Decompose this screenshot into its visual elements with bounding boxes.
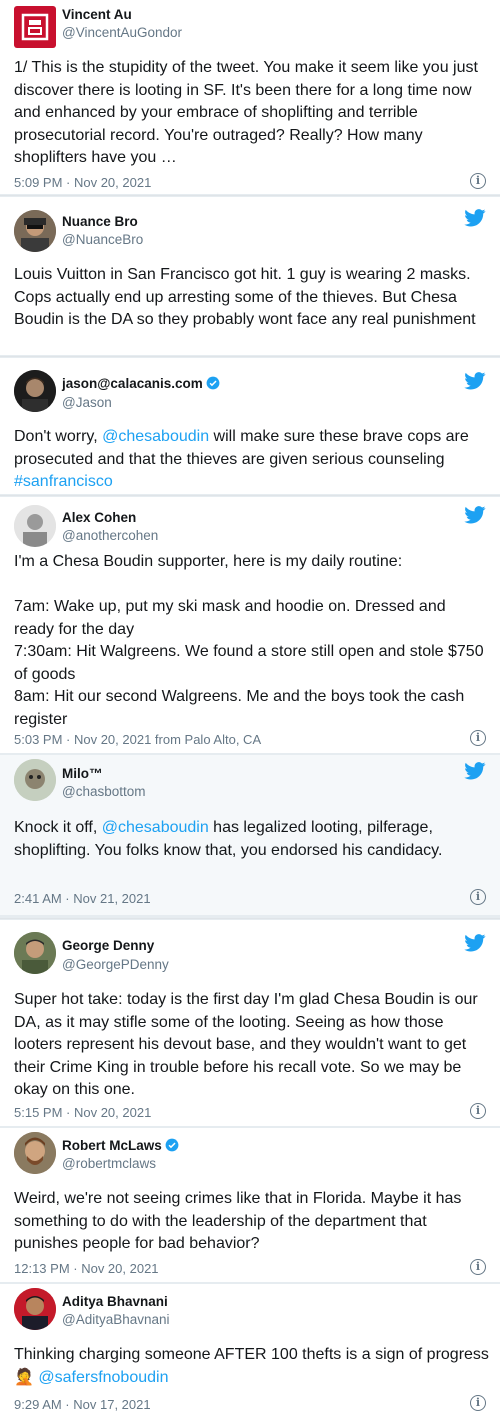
user-handle[interactable]: @anothercohen (62, 528, 158, 543)
user-handle[interactable]: @AdityaBhavnani (62, 1312, 170, 1327)
facepalm-emoji-icon: 🤦 (14, 1368, 34, 1386)
avatar[interactable] (14, 932, 56, 974)
avatar[interactable] (14, 505, 56, 547)
mention-link[interactable]: @chesaboudin (102, 819, 209, 836)
verified-badge-icon (206, 376, 220, 390)
tweet-card[interactable]: jason@calacanis.com @Jason Don't worry, … (0, 358, 500, 494)
user-handle[interactable]: @NuanceBro (62, 232, 143, 247)
tweet-card[interactable]: Robert McLaws @robertmclaws Weird, we're… (0, 1128, 500, 1282)
twitter-bird-icon[interactable] (464, 209, 486, 227)
display-name[interactable]: Robert McLaws (62, 1138, 179, 1153)
user-handle[interactable]: @robertmclaws (62, 1156, 156, 1171)
twitter-bird-icon[interactable] (464, 934, 486, 952)
divider (0, 495, 500, 496)
tweet-card[interactable]: George Denny @GeorgePDenny Super hot tak… (0, 920, 500, 1126)
tweet-text: Thinking charging someone AFTER 100 thef… (14, 1344, 490, 1389)
tweet-feed: Vincent Au @VincentAuGondor 1/ This is t… (0, 0, 500, 1420)
avatar-image (14, 759, 56, 801)
tweet-text: Louis Vuitton in San Francisco got hit. … (14, 266, 476, 328)
avatar-image (14, 370, 56, 412)
tweet-timestamp[interactable]: 5:03 PM · Nov 20, 2021 from Palo Alto, C… (14, 732, 261, 747)
user-handle[interactable]: @GeorgePDenny (62, 957, 169, 972)
logo-icon (21, 13, 49, 41)
avatar-image (14, 505, 56, 547)
verified-badge-icon (165, 1138, 179, 1152)
text-segment: Don't worry, (14, 428, 103, 445)
display-name[interactable]: George Denny (62, 938, 154, 953)
avatar-image (14, 1132, 56, 1174)
tweet-card[interactable]: Alex Cohen @anothercohen I'm a Chesa Bou… (0, 497, 500, 753)
tweet-text: Don't worry, @chesaboudin will make sure… (14, 426, 490, 494)
info-icon[interactable]: i (470, 730, 486, 746)
tweet-timestamp[interactable]: 12:13 PM · Nov 20, 2021 (14, 1261, 159, 1276)
tweet-card[interactable]: Nuance Bro @NuanceBro Louis Vuitton in S… (0, 197, 500, 355)
tweet-card[interactable]: Vincent Au @VincentAuGondor 1/ This is t… (0, 0, 500, 194)
avatar[interactable] (14, 1132, 56, 1174)
display-name[interactable]: Vincent Au (62, 7, 132, 22)
user-handle[interactable]: @VincentAuGondor (62, 25, 182, 40)
avatar[interactable] (14, 370, 56, 412)
avatar[interactable] (14, 210, 56, 252)
tweet-text: 1/ This is the stupidity of the tweet. Y… (14, 59, 478, 166)
tweet-text: Super hot take: today is the first day I… (14, 991, 478, 1098)
tweet-card[interactable]: Milo™ @chasbottom Knock it off, @chesabo… (0, 755, 500, 915)
mention-link[interactable]: @chesaboudin (102, 428, 209, 445)
info-icon[interactable]: i (470, 173, 486, 189)
display-name[interactable]: Aditya Bhavnani (62, 1294, 168, 1309)
tweet-timestamp[interactable]: 5:15 PM · Nov 20, 2021 (14, 1105, 151, 1120)
twitter-bird-icon[interactable] (464, 506, 486, 524)
avatar-image (14, 932, 56, 974)
tweet-text: Knock it off, @chesaboudin has legalized… (14, 817, 490, 862)
display-name[interactable]: Milo™ (62, 766, 103, 781)
tweet-timestamp[interactable]: 9:29 AM · Nov 17, 2021 (14, 1397, 151, 1412)
tweet-timestamp[interactable]: 2:41 AM · Nov 21, 2021 (14, 891, 151, 906)
hashtag-link[interactable]: #sanfrancisco (14, 473, 113, 490)
avatar-image (14, 210, 56, 252)
info-icon[interactable]: i (470, 1259, 486, 1275)
info-icon[interactable]: i (470, 1395, 486, 1411)
info-icon[interactable]: i (470, 889, 486, 905)
tweet-timestamp[interactable]: 5:09 PM · Nov 20, 2021 (14, 175, 151, 190)
tweet-card[interactable]: Aditya Bhavnani @AdityaBhavnani Thinking… (0, 1284, 500, 1420)
twitter-bird-icon[interactable] (464, 372, 486, 390)
tweet-text: I'm a Chesa Boudin supporter, here is my… (14, 553, 484, 728)
divider (0, 356, 500, 357)
tweet-text: Weird, we're not seeing crimes like that… (14, 1190, 462, 1252)
display-name-text: jason@calacanis.com (62, 376, 203, 391)
twitter-bird-icon[interactable] (464, 762, 486, 780)
divider (0, 195, 500, 196)
text-segment: Thinking charging someone AFTER 100 thef… (14, 1346, 489, 1363)
avatar-image (14, 1288, 56, 1330)
info-icon[interactable]: i (470, 1103, 486, 1119)
user-handle[interactable]: @Jason (62, 395, 112, 410)
text-segment: Knock it off, (14, 819, 102, 836)
display-name[interactable]: Nuance Bro (62, 214, 138, 229)
divider (0, 918, 500, 919)
display-name[interactable]: Alex Cohen (62, 510, 136, 525)
avatar[interactable] (14, 6, 56, 48)
display-name-text: Robert McLaws (62, 1138, 162, 1153)
mention-link[interactable]: @safersfnoboudin (38, 1369, 168, 1386)
avatar[interactable] (14, 1288, 56, 1330)
avatar[interactable] (14, 759, 56, 801)
display-name[interactable]: jason@calacanis.com (62, 376, 220, 391)
user-handle[interactable]: @chasbottom (62, 784, 146, 799)
